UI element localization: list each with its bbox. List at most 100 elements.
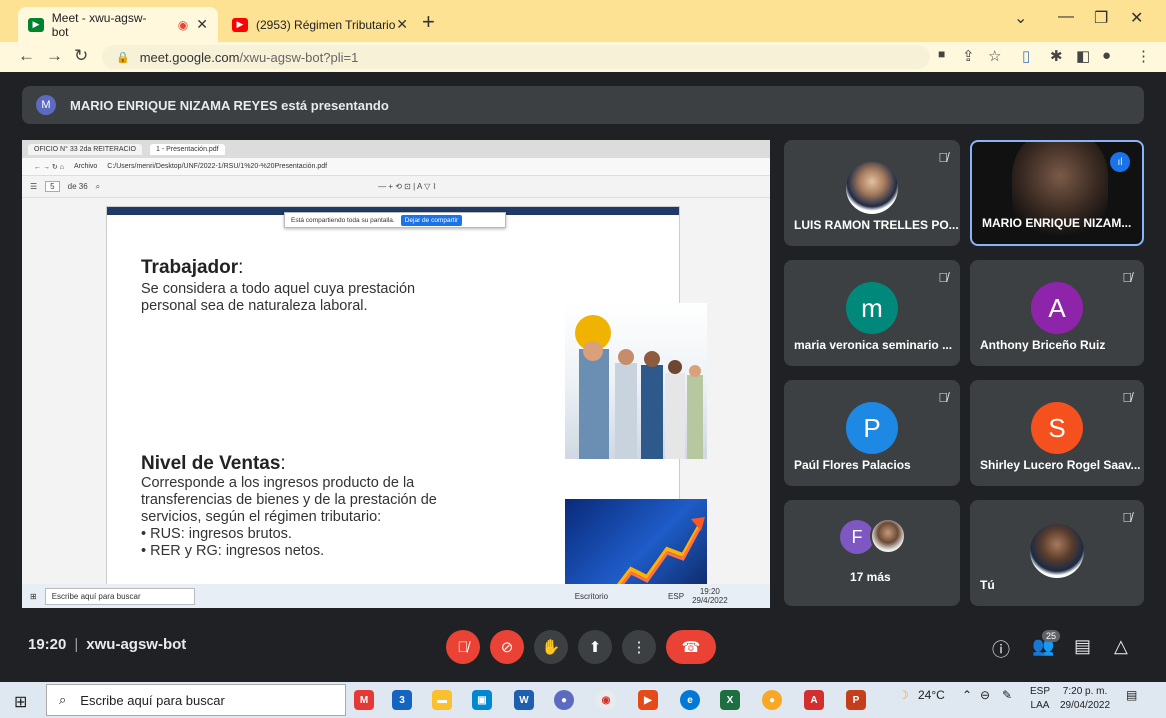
extensions-puzzle-icon[interactable]: ✱ xyxy=(1050,47,1063,65)
pen-icon[interactable]: ✎ xyxy=(1002,688,1012,702)
lock-icon: 🔒 xyxy=(116,51,130,64)
meeting-details-icon[interactable]: ⓘ xyxy=(992,636,1010,662)
self-name: Tú xyxy=(980,578,995,592)
share-notice-bar: Está compartiendo toda su pantalla. Deja… xyxy=(284,212,506,228)
slide-line: Se considera a todo aquel cuya prestació… xyxy=(141,281,416,297)
more-participants-tile[interactable]: F 17 más xyxy=(784,500,960,606)
participant-tile[interactable]: S 🎙̸ Shirley Lucero Rogel Saav... xyxy=(970,380,1144,486)
address-bar-row: ← → ↻ 🔒 meet.google.com /xwu-agsw-bot?pl… xyxy=(0,42,1166,72)
participant-tile[interactable]: P 🎙̸ Paúl Flores Palacios xyxy=(784,380,960,486)
participant-tile[interactable]: A 🎙̸ Anthony Briceño Ruiz xyxy=(970,260,1144,366)
mic-muted-icon: 🎙̸ xyxy=(1122,510,1132,525)
tab-search-icon[interactable]: ⌄ xyxy=(1014,8,1027,28)
reload-icon[interactable]: ↻ xyxy=(74,46,88,66)
url-field[interactable]: 🔒 meet.google.com /xwu-agsw-bot?pli=1 xyxy=(102,45,930,69)
participant-tile[interactable]: m 🎙̸ maria veronica seminario ... xyxy=(784,260,960,366)
store-icon[interactable]: ▣ xyxy=(472,690,492,710)
present-button[interactable]: ⬆ xyxy=(578,630,612,664)
inner-windows-taskbar: ⊞ Escribe aquí para buscar Escritorio ES… xyxy=(22,584,770,608)
word-icon[interactable]: W xyxy=(514,690,534,710)
presenter-avatar: M xyxy=(36,95,56,115)
edge-icon[interactable]: e xyxy=(680,690,700,710)
tab-meet[interactable]: ▶ Meet - xwu-agsw-bot ◉ ✕ xyxy=(18,7,218,42)
share-icon[interactable]: ⇪ xyxy=(962,47,975,65)
mic-muted-icon: 🎙̸ xyxy=(938,390,948,405)
new-tab-button[interactable]: + xyxy=(422,9,435,35)
inner-lang: ESP xyxy=(668,591,685,601)
inner-url-prefix: Archivo xyxy=(73,163,98,170)
search-icon: ⌕ xyxy=(59,692,67,707)
participant-name: LUIS RAMON TRELLES PO... xyxy=(794,218,959,232)
meeting-info: 19:20 | xwu-agsw-bot xyxy=(28,636,187,653)
slide-body-ventas: Corresponde a los ingresos producto de l… xyxy=(141,475,437,560)
tab-youtube[interactable]: ▶ (2953) Régimen Tributario Sunat ✕ xyxy=(222,7,418,42)
file-explorer-icon[interactable]: ▬ xyxy=(432,690,452,710)
chrome-icon[interactable]: ◉ xyxy=(596,690,616,710)
windows-taskbar: ⊞ ⌕ Escribe aquí para buscar M 3 ▬ ▣ W ●… xyxy=(0,682,1166,718)
app-icon-2[interactable]: ● xyxy=(554,690,574,710)
powerpoint-icon[interactable]: P xyxy=(846,690,866,710)
notifications-icon[interactable]: ▤ xyxy=(1126,688,1137,702)
leave-call-button[interactable]: ☎ xyxy=(666,630,716,664)
close-window-button[interactable]: ✕ xyxy=(1130,8,1143,28)
inner-clock: 19:20 29/4/2022 xyxy=(692,587,728,605)
meet-controls-bar: 19:20 | xwu-agsw-bot 🎙̸ ⊘ ✋ ⬆ ⋮ ☎ ⓘ 👥 25 ▤ … xyxy=(0,620,1166,670)
people-icon[interactable]: 👥 25 xyxy=(1032,630,1061,657)
slide-body-trabajador: Se considera a todo aquel cuya prestació… xyxy=(141,281,415,315)
taskbar-search-text: Escribe aquí para buscar xyxy=(80,692,225,708)
meet-area: M MARIO ENRIQUE NIZAMA REYES está presen… xyxy=(0,72,1166,718)
tray-icon[interactable]: ⊖ xyxy=(980,688,990,702)
app-icon-4[interactable]: ● xyxy=(762,690,782,710)
more-options-button[interactable]: ⋮ xyxy=(622,630,656,664)
menu-kebab-icon[interactable]: ⋮ xyxy=(1136,47,1151,65)
mic-toggle-button[interactable]: 🎙̸ xyxy=(446,630,480,664)
app-icon-1[interactable]: M xyxy=(354,690,374,710)
pdf-toolbar: ☰ 5 de 36 ⌕ — + ⟲ ⊡ | A ▽ ⌇ xyxy=(22,176,770,198)
participant-tile-active[interactable]: ıl MARIO ENRIQUE NIZAM... xyxy=(970,140,1144,246)
participant-count-badge: 25 xyxy=(1042,630,1061,642)
participant-name: MARIO ENRIQUE NIZAM... xyxy=(982,216,1132,230)
back-icon[interactable]: ← xyxy=(18,46,35,66)
mail-app-icon[interactable]: 3 xyxy=(392,690,412,710)
slide-line: personal sea de naturaleza laboral. xyxy=(141,298,368,314)
forward-icon[interactable]: → xyxy=(46,46,63,66)
camera-toggle-button[interactable]: ⊘ xyxy=(490,630,524,664)
inner-taskbar-search: Escribe aquí para buscar xyxy=(44,587,195,605)
participant-photo xyxy=(870,518,906,554)
minimize-button[interactable]: — xyxy=(1058,8,1074,26)
mic-muted-icon: 🎙̸ xyxy=(938,270,948,285)
profile-avatar-icon[interactable]: ● xyxy=(1102,47,1111,64)
raise-hand-button[interactable]: ✋ xyxy=(534,630,568,664)
weather-temp: 24°C xyxy=(918,688,945,702)
tray-chevron-icon[interactable]: ⌃ xyxy=(962,688,972,702)
stop-sharing-button[interactable]: Dejar de compartir xyxy=(400,214,463,226)
acrobat-icon[interactable]: A xyxy=(804,690,824,710)
pdf-page-total: de 36 xyxy=(67,182,88,191)
participant-name: Paúl Flores Palacios xyxy=(794,458,911,472)
excel-icon[interactable]: X xyxy=(720,690,740,710)
taskbar-search[interactable]: ⌕ Escribe aquí para buscar xyxy=(46,684,346,716)
self-tile[interactable]: 🎙̸ Tú xyxy=(970,500,1144,606)
participant-avatar: P xyxy=(846,402,898,454)
tray-language[interactable]: ESP LAA xyxy=(1030,685,1050,713)
weather-icon[interactable]: ☽ xyxy=(898,688,909,702)
close-tab-icon[interactable]: ✕ xyxy=(396,16,408,33)
activities-icon[interactable]: △ xyxy=(1114,636,1128,657)
youtube-favicon-icon: ▶ xyxy=(232,17,248,32)
close-tab-icon[interactable]: ✕ xyxy=(196,16,208,33)
inner-tab: OFICIO N° 33 2da REITERACIO xyxy=(28,143,142,155)
pdf-search-icon: ⌕ xyxy=(95,181,101,191)
side-panel-icon[interactable]: ◧ xyxy=(1076,47,1090,65)
windows-start-icon[interactable]: ⊞ xyxy=(14,692,27,712)
extension-doc-icon[interactable]: ▯ xyxy=(1022,47,1030,65)
camera-indicator-icon[interactable]: ■ xyxy=(938,47,945,61)
app-icon-3[interactable]: ▶ xyxy=(638,690,658,710)
participant-tile[interactable]: 🎙̸ LUIS RAMON TRELLES PO... xyxy=(784,140,960,246)
bookmark-star-icon[interactable]: ☆ xyxy=(988,47,1001,65)
self-photo xyxy=(1030,524,1084,578)
restore-button[interactable]: ❐ xyxy=(1094,8,1108,28)
tray-clock[interactable]: 7:20 p. m. 29/04/2022 xyxy=(1060,685,1110,713)
url-path: /xwu-agsw-bot?pli=1 xyxy=(239,49,359,65)
mic-muted-icon: 🎙̸ xyxy=(1122,390,1132,405)
chat-icon[interactable]: ▤ xyxy=(1074,636,1091,657)
